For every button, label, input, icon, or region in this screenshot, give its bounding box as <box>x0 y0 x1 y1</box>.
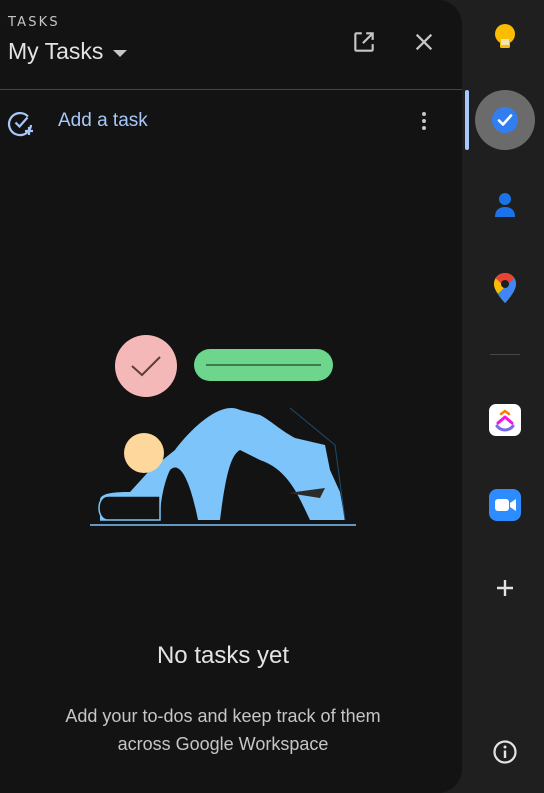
more-options-button[interactable] <box>412 106 436 136</box>
header-divider <box>0 89 462 90</box>
add-task-button[interactable]: Add a task <box>0 100 462 144</box>
empty-state-subtitle: Add your to-dos and keep track of them a… <box>65 706 381 754</box>
more-vert-icon <box>422 112 426 116</box>
list-title: My Tasks <box>8 38 104 64</box>
empty-state-title: No tasks yet <box>156 642 290 669</box>
add-task-label: Add a task <box>58 110 148 131</box>
zoom-button[interactable] <box>475 475 535 535</box>
add-icon <box>497 580 513 596</box>
list-selector[interactable]: My Tasks <box>8 38 128 65</box>
add-addon-button[interactable] <box>475 558 535 618</box>
maps-button[interactable] <box>475 258 535 318</box>
contacts-icon <box>495 193 515 217</box>
clickup-icon <box>489 404 521 436</box>
add-task-icon <box>7 112 33 137</box>
active-indicator <box>465 90 469 150</box>
contacts-button[interactable] <box>475 175 535 235</box>
open-in-new-icon <box>354 32 374 52</box>
empty-state-illustration <box>90 335 356 526</box>
keep-icon <box>495 24 515 48</box>
open-in-new-tab-button[interactable] <box>348 26 380 58</box>
close-button[interactable] <box>408 26 440 58</box>
app-root: TASKS My Tasks Add a task No tasks yet A… <box>0 0 544 793</box>
close-icon <box>415 33 433 51</box>
keep-button[interactable] <box>475 8 535 68</box>
clickup-button[interactable] <box>475 390 535 450</box>
info-button[interactable] <box>475 722 535 782</box>
zoom-icon <box>489 489 521 521</box>
info-icon <box>493 740 517 764</box>
tasks-panel: TASKS My Tasks Add a task No tasks yet A… <box>0 0 462 793</box>
tasks-button[interactable] <box>475 90 535 150</box>
maps-icon <box>494 273 516 303</box>
tasks-icon <box>492 107 518 133</box>
rail-divider <box>490 354 520 355</box>
panel-eyebrow: TASKS <box>8 15 60 30</box>
caret-down-icon <box>113 49 128 57</box>
